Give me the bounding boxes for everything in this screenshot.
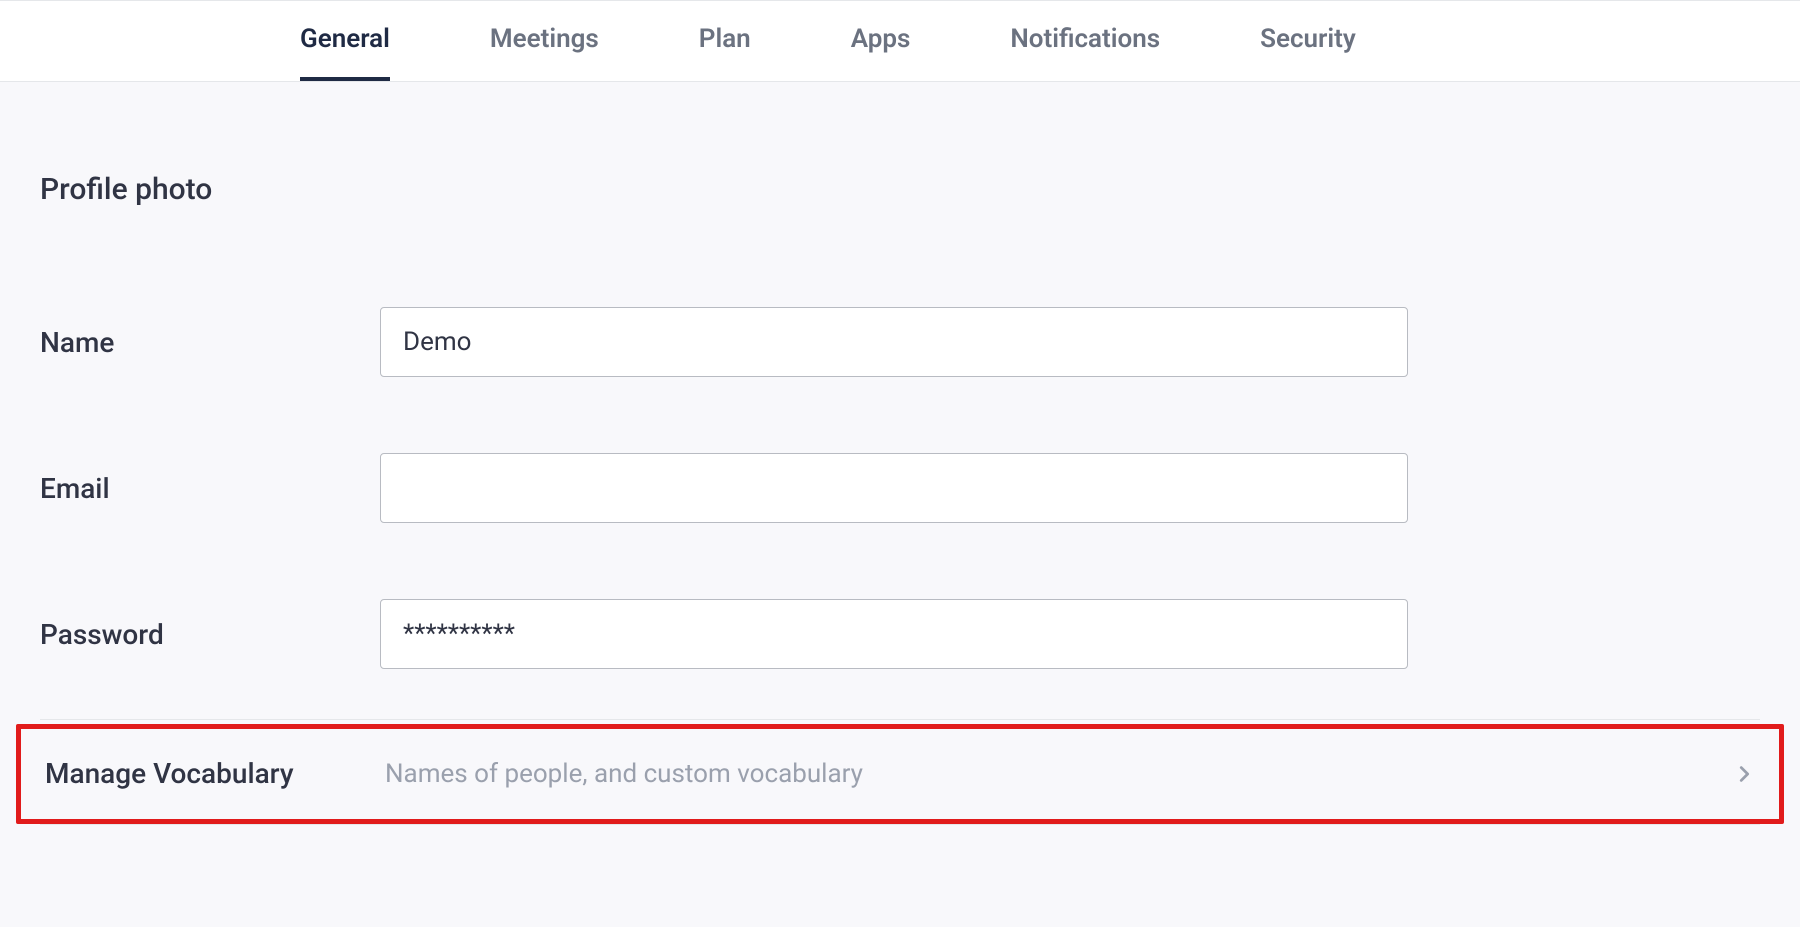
- section-divider: [40, 719, 1760, 720]
- password-input[interactable]: [380, 599, 1408, 669]
- profile-photo-label: Profile photo: [40, 172, 1760, 207]
- email-label: Email: [40, 472, 380, 505]
- name-label: Name: [40, 326, 380, 359]
- settings-general-panel: Profile photo Name Email Password Manage…: [0, 82, 1800, 927]
- tab-security[interactable]: Security: [1260, 2, 1356, 80]
- tab-apps[interactable]: Apps: [851, 2, 911, 80]
- password-label: Password: [40, 618, 380, 651]
- tab-meetings[interactable]: Meetings: [490, 2, 599, 80]
- chevron-right-icon: [1733, 763, 1755, 785]
- password-row: Password: [40, 599, 1760, 669]
- email-row: Email: [40, 453, 1760, 523]
- tab-notifications[interactable]: Notifications: [1010, 2, 1160, 80]
- settings-tabs: General Meetings Plan Apps Notifications…: [0, 0, 1800, 82]
- section-divider-bottom: [40, 824, 1760, 825]
- manage-vocabulary-desc: Names of people, and custom vocabulary: [385, 759, 1733, 789]
- email-input[interactable]: [380, 453, 1408, 523]
- name-input[interactable]: [380, 307, 1408, 377]
- name-row: Name: [40, 307, 1760, 377]
- manage-vocabulary-row[interactable]: Manage Vocabulary Names of people, and c…: [16, 724, 1784, 824]
- manage-vocabulary-title: Manage Vocabulary: [45, 757, 385, 791]
- tab-general[interactable]: General: [300, 2, 390, 80]
- tab-plan[interactable]: Plan: [699, 2, 751, 80]
